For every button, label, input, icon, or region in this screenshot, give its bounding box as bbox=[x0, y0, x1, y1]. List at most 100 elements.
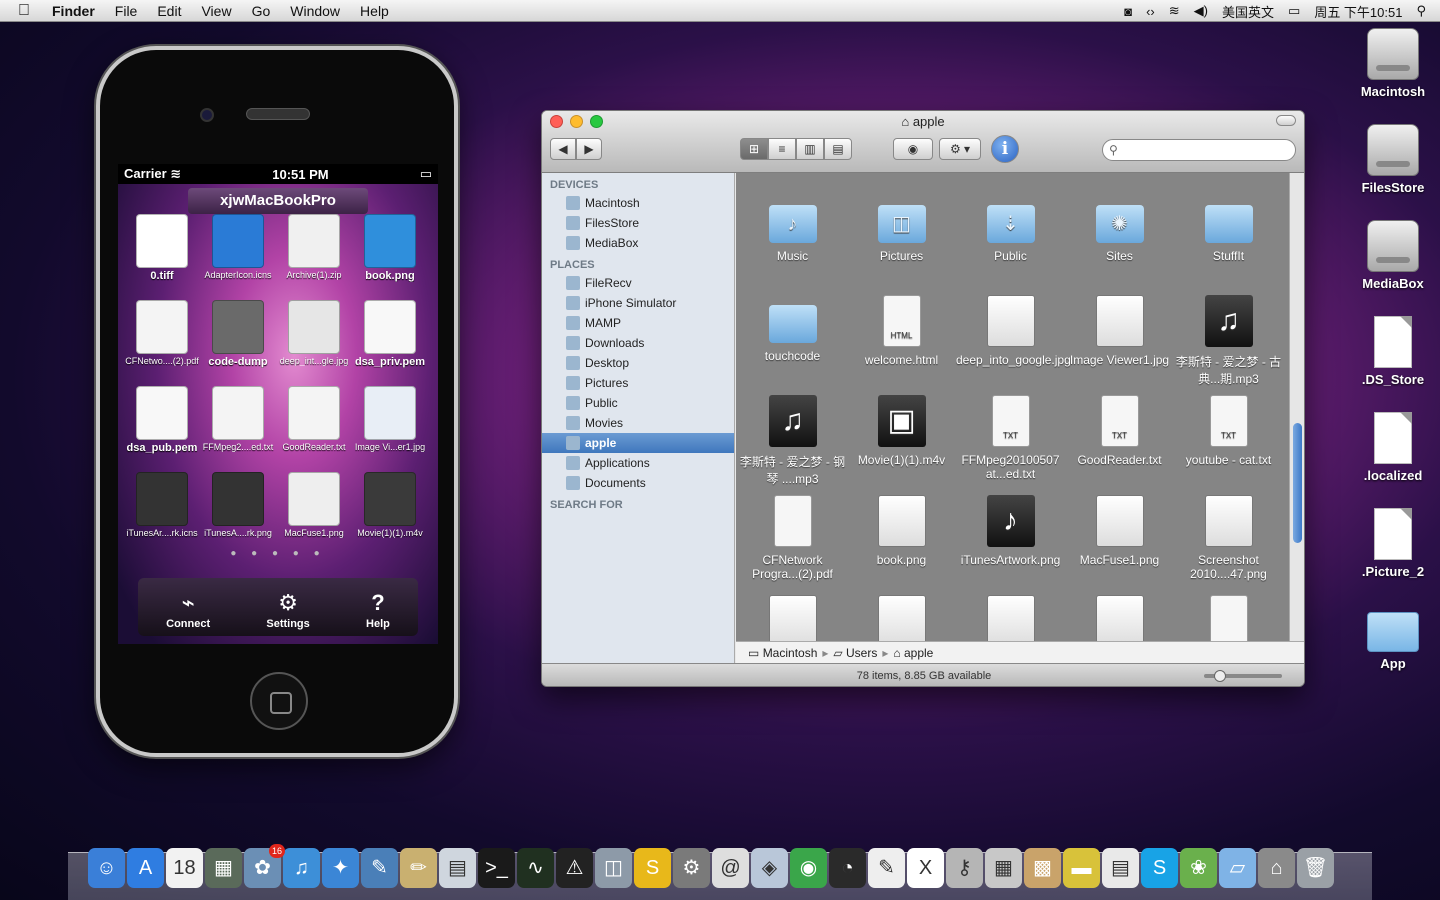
sidebar-item-filesstore[interactable]: FilesStore bbox=[542, 213, 734, 233]
preview-icon[interactable]: ▤ bbox=[439, 848, 476, 888]
xcode-icon[interactable]: ✎ bbox=[361, 848, 398, 888]
calendar-icon[interactable]: 18 bbox=[166, 848, 203, 888]
file-item[interactable]: TXT FFMpeg20100507 at...ed.txt bbox=[956, 395, 1065, 495]
desktop-icon-4[interactable]: .localized bbox=[1348, 412, 1438, 483]
file-item[interactable]: touchcode bbox=[738, 295, 847, 395]
file-item[interactable]: TXT GoodReader.txt bbox=[1065, 395, 1174, 495]
system-prefs-icon[interactable]: ⚙ bbox=[673, 848, 710, 888]
wifi-icon[interactable]: ≋ bbox=[1169, 3, 1180, 19]
phone-file-item[interactable]: MacFuse1.png bbox=[276, 470, 352, 556]
file-item[interactable]: ✺ Sites bbox=[1065, 195, 1174, 295]
file-item[interactable] bbox=[847, 595, 956, 641]
sidebar-item-pictures[interactable]: Pictures bbox=[542, 373, 734, 393]
path-item-users[interactable]: ▱ Users bbox=[833, 646, 877, 660]
desktop-icon-2[interactable]: MediaBox bbox=[1348, 220, 1438, 291]
apple-menu-icon[interactable]:  bbox=[18, 2, 38, 20]
textedit-icon[interactable]: ✎ bbox=[868, 848, 905, 888]
file-item[interactable]: ♫ 李斯特 - 爱之梦 - 古典...期.mp3 bbox=[1174, 295, 1283, 395]
slider-knob[interactable] bbox=[1214, 670, 1226, 682]
phone-file-item[interactable]: GoodReader.txt bbox=[276, 384, 352, 470]
trash-icon[interactable]: 🗑 bbox=[1297, 848, 1334, 888]
phone-file-item[interactable]: 0.tiff bbox=[124, 212, 200, 298]
calculator-icon[interactable]: ▦ bbox=[985, 848, 1022, 888]
activity-monitor-icon[interactable]: ∿ bbox=[517, 848, 554, 888]
tab-settings[interactable]: ⚙ Settings bbox=[266, 590, 309, 630]
volume-icon[interactable]: ◀) bbox=[1194, 3, 1208, 19]
safari-icon[interactable]: ✦ bbox=[322, 848, 359, 888]
phone-file-item[interactable]: deep_int...gle.jpg bbox=[276, 298, 352, 384]
input-method-menu[interactable]: 美国英文 bbox=[1222, 2, 1274, 21]
path-item-macintosh[interactable]: ▭ Macintosh bbox=[748, 646, 817, 660]
phone-file-item[interactable]: Image Vi...er1.jpg bbox=[352, 384, 428, 470]
terminal-icon[interactable]: >_ bbox=[478, 848, 515, 888]
contacts-icon[interactable]: @ bbox=[712, 848, 749, 888]
desktop-icon-0[interactable]: Macintosh bbox=[1348, 28, 1438, 99]
view-column-button[interactable]: ▥ bbox=[796, 138, 824, 160]
sidebar-places-header[interactable]: PLACES bbox=[542, 253, 734, 273]
phone-file-item[interactable]: iTunesA....rk.png bbox=[200, 470, 276, 556]
keychain-icon[interactable]: ⚷ bbox=[946, 848, 983, 888]
phone-file-item[interactable]: iTunesAr....rk.icns bbox=[124, 470, 200, 556]
file-item[interactable]: ▣ Movie(1)(1).m4v bbox=[847, 395, 956, 495]
vertical-scrollbar[interactable] bbox=[1289, 173, 1304, 641]
code-icon[interactable]: ‹› bbox=[1146, 4, 1155, 19]
file-item[interactable]: book.png bbox=[847, 495, 956, 595]
sidebar-item-iphone-simulator[interactable]: iPhone Simulator bbox=[542, 293, 734, 313]
file-item[interactable] bbox=[738, 595, 847, 641]
menu-file[interactable]: File bbox=[115, 3, 138, 19]
desktop-icon-5[interactable]: .Picture_2 bbox=[1348, 508, 1438, 579]
drive-icon[interactable]: ▬ bbox=[1063, 848, 1100, 888]
menu-window[interactable]: Window bbox=[290, 3, 340, 19]
iphoto-icon[interactable]: ✿ 16 bbox=[244, 844, 285, 888]
image-capture-icon[interactable]: ◫ bbox=[595, 848, 632, 888]
sidebar-item-public[interactable]: Public bbox=[542, 393, 734, 413]
desktop-icon-3[interactable]: .DS_Store bbox=[1348, 316, 1438, 387]
phone-file-item[interactable]: FFMpeg2....ed.txt bbox=[200, 384, 276, 470]
file-item[interactable]: ♫ 李斯特 - 爱之梦 - 钢琴 ....mp3 bbox=[738, 395, 847, 495]
document-icon[interactable]: ▤ bbox=[1102, 848, 1139, 888]
file-item[interactable]: TXT youtube - cat.txt bbox=[1174, 395, 1283, 495]
file-item[interactable]: ◫ Pictures bbox=[847, 195, 956, 295]
file-item[interactable]: CFNetwork Progra...(2).pdf bbox=[738, 495, 847, 595]
tab-connect[interactable]: ⌁ Connect bbox=[166, 590, 210, 630]
folder-stack-icon[interactable]: ▱ bbox=[1219, 848, 1256, 888]
scrollbar-thumb[interactable] bbox=[1293, 423, 1302, 543]
view-coverflow-button[interactable]: ▤ bbox=[824, 138, 852, 160]
path-item-apple[interactable]: ⌂ apple bbox=[893, 646, 933, 660]
menu-edit[interactable]: Edit bbox=[157, 3, 181, 19]
menu-help[interactable]: Help bbox=[360, 3, 389, 19]
file-item[interactable]: Screenshot 2010....47.png bbox=[1174, 495, 1283, 595]
spotlight-icon[interactable]: ⚲ bbox=[1416, 3, 1426, 19]
skype-icon[interactable]: S bbox=[1141, 848, 1178, 888]
sidebar-item-downloads[interactable]: Downloads bbox=[542, 333, 734, 353]
file-item[interactable]: ♪ iTunesArtwork.png bbox=[956, 495, 1065, 595]
hanger-icon[interactable]: ⌂ bbox=[1258, 848, 1295, 888]
desktop-icon-6[interactable]: App bbox=[1348, 604, 1438, 671]
file-item[interactable] bbox=[956, 595, 1065, 641]
file-item[interactable]: deep_into_google.jpg bbox=[956, 295, 1071, 395]
menu-app-name[interactable]: Finder bbox=[52, 3, 95, 19]
quick-look-button[interactable]: ◉ bbox=[893, 138, 933, 160]
sidebar-item-apple[interactable]: apple bbox=[542, 433, 734, 453]
phone-file-item[interactable]: AdapterIcon.icns bbox=[200, 212, 276, 298]
home-button[interactable] bbox=[250, 672, 308, 730]
app-store-icon[interactable]: A bbox=[127, 848, 164, 888]
menu-go[interactable]: Go bbox=[252, 3, 271, 19]
phone-file-item[interactable]: book.png bbox=[352, 212, 428, 298]
info-button[interactable]: i bbox=[991, 135, 1019, 163]
dashboard-icon[interactable]: ◔ bbox=[829, 848, 866, 888]
clock[interactable]: 周五 下午10:51 bbox=[1314, 2, 1402, 21]
file-item[interactable]: ♪ Music bbox=[738, 195, 847, 295]
phone-file-item[interactable]: dsa_pub.pem bbox=[124, 384, 200, 470]
file-item[interactable]: Image Viewer1.jpg bbox=[1065, 295, 1174, 395]
rss-icon[interactable]: ◙ bbox=[1124, 4, 1132, 19]
file-item[interactable] bbox=[1174, 595, 1283, 641]
back-button[interactable]: ◀ bbox=[550, 138, 576, 160]
menu-view[interactable]: View bbox=[201, 3, 231, 19]
sidebar-item-mediabox[interactable]: MediaBox bbox=[542, 233, 734, 253]
photo-browser-icon[interactable]: ▦ bbox=[205, 848, 242, 888]
console-icon[interactable]: ⚠ bbox=[556, 848, 593, 888]
sidebar-item-documents[interactable]: Documents bbox=[542, 473, 734, 493]
x11-icon[interactable]: X bbox=[907, 848, 944, 888]
toolbar-toggle-button[interactable] bbox=[1276, 115, 1296, 126]
